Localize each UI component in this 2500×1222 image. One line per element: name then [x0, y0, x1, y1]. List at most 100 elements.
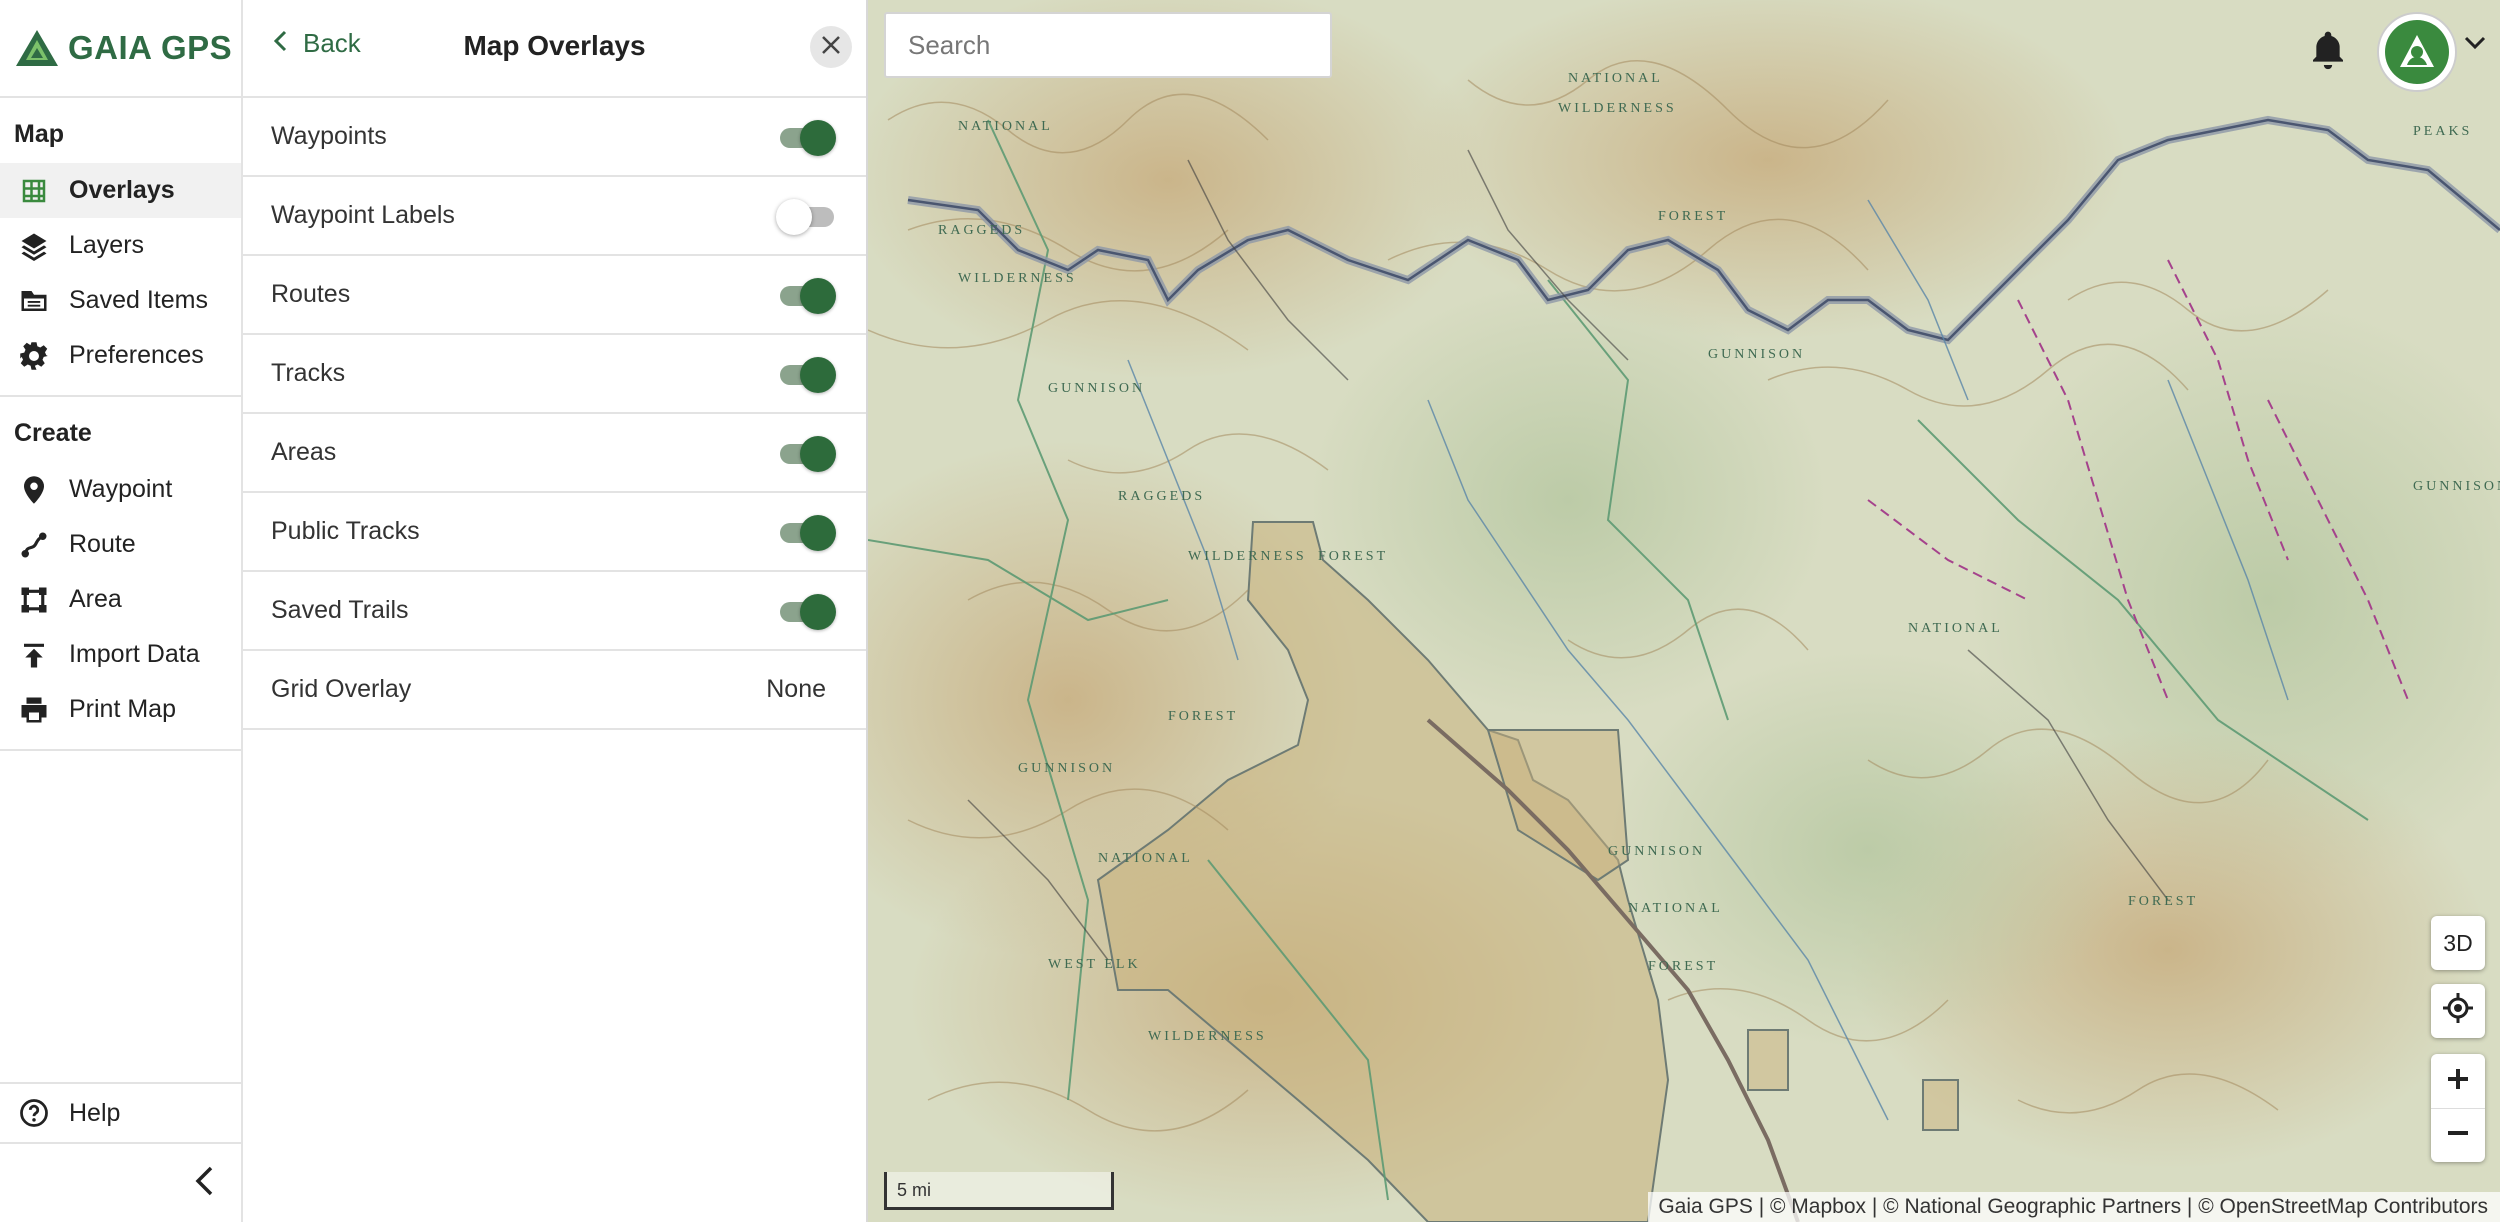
nav-item-label: Layers — [69, 231, 145, 259]
map-label: GUNNISON — [1708, 347, 1805, 362]
gaia-logo-icon — [14, 25, 60, 71]
map-label: NATIONAL — [1098, 851, 1193, 866]
nav-map-heading: Map — [14, 120, 64, 148]
map-label: FOREST — [1318, 549, 1388, 564]
public-tracks-toggle[interactable] — [776, 513, 838, 551]
map-label: GUNNISON — [1608, 844, 1705, 859]
panel-header: Back Map Overlays — [243, 0, 866, 98]
folder-icon — [16, 283, 52, 319]
map-scale-bar: 5 mi — [884, 1172, 1114, 1210]
nav-item-label: Print Map — [69, 695, 176, 723]
map-label: GUNNISON — [2413, 479, 2500, 494]
nav-item-print-map[interactable]: Print Map — [0, 682, 241, 737]
waypoints-toggle[interactable] — [776, 118, 838, 156]
areas-toggle[interactable] — [776, 434, 838, 472]
help-icon — [16, 1095, 52, 1131]
topo-map-canvas[interactable]: NATIONAL WILDERNESS NATIONAL FOREST GUNN… — [868, 0, 2500, 1222]
map-label: WILDERNESS — [1148, 1029, 1267, 1044]
chevron-down-icon[interactable] — [2464, 36, 2486, 55]
nav-item-saved-items[interactable]: Saved Items — [0, 273, 241, 328]
notifications-button[interactable] — [2308, 28, 2348, 72]
nav-item-route[interactable]: Route — [0, 517, 241, 572]
area-icon — [16, 582, 52, 618]
overlay-label: Saved Trails — [271, 596, 409, 624]
overlay-row-public-tracks: Public Tracks — [243, 493, 866, 572]
pin-icon — [16, 472, 52, 508]
map-label: RAGGEDS — [1118, 489, 1205, 504]
nav-item-help[interactable]: Help — [0, 1084, 241, 1142]
map-label: GUNNISON — [1018, 761, 1115, 776]
map-label: NATIONAL — [1568, 71, 1663, 86]
map-view[interactable]: NATIONAL WILDERNESS NATIONAL FOREST GUNN… — [868, 0, 2500, 1222]
crosshair-icon — [2442, 992, 2474, 1030]
nav-item-import-data[interactable]: Import Data — [0, 627, 241, 682]
map-label: NATIONAL — [1908, 621, 2003, 636]
close-icon — [820, 34, 842, 61]
map-label: NATIONAL — [1628, 901, 1723, 916]
gear-icon — [16, 338, 52, 374]
nav-item-layers[interactable]: Layers — [0, 218, 241, 273]
nav-item-overlays[interactable]: Overlays — [0, 163, 241, 218]
zoom-controls — [2431, 1054, 2485, 1162]
map-label: FOREST — [1168, 709, 1238, 724]
map-label: WEST ELK — [1048, 957, 1141, 972]
account-avatar[interactable] — [2377, 12, 2457, 92]
nav-create-heading: Create — [14, 419, 92, 447]
chevron-left-icon — [273, 28, 303, 59]
locate-me-button[interactable] — [2431, 984, 2485, 1038]
nav-item-label: Overlays — [69, 176, 175, 204]
map-label: WILDERNESS — [1558, 101, 1677, 116]
nav-item-label: Preferences — [69, 341, 204, 369]
3d-toggle-button[interactable]: 3D — [2431, 916, 2485, 970]
map-label: WILDERNESS — [1188, 549, 1307, 564]
overlay-label: Waypoint Labels — [271, 201, 455, 229]
overlay-row-grid-overlay[interactable]: Grid Overlay None — [243, 651, 866, 730]
overlay-row-waypoints: Waypoints — [243, 98, 866, 177]
zoom-in-button[interactable] — [2431, 1054, 2485, 1108]
brand-logo[interactable]: GAIA GPS — [0, 0, 241, 98]
tracks-toggle[interactable] — [776, 355, 838, 393]
grid-overlay-value[interactable]: None — [766, 675, 838, 704]
overlay-row-waypoint-labels: Waypoint Labels — [243, 177, 866, 256]
map-label: GUNNISON — [1048, 381, 1145, 396]
overlay-label: Grid Overlay — [271, 675, 412, 703]
waypoint-labels-toggle[interactable] — [776, 197, 838, 235]
back-button[interactable]: Back — [273, 28, 361, 59]
nav-item-label: Route — [69, 530, 136, 558]
nav-footer: Help — [0, 1082, 241, 1222]
nav-item-label: Help — [69, 1098, 121, 1127]
nav-create-section: Create Waypoint Route Area Import Data P… — [0, 397, 241, 751]
overlay-row-tracks: Tracks — [243, 335, 866, 414]
map-label: WILDERNESS — [958, 271, 1077, 286]
layers-icon — [16, 228, 52, 264]
close-panel-button[interactable] — [810, 26, 852, 68]
overlay-label: Waypoints — [271, 122, 387, 150]
overlay-label: Areas — [271, 438, 337, 466]
back-label: Back — [303, 28, 361, 58]
search-input[interactable] — [884, 12, 1332, 78]
collapse-sidebar-button[interactable] — [0, 1142, 241, 1222]
chevron-left-icon — [193, 1165, 215, 1202]
route-icon — [16, 527, 52, 563]
plus-icon — [2446, 1067, 2470, 1096]
upload-icon — [16, 637, 52, 673]
main-navigation: GAIA GPS Map Overlays Layers Saved Items… — [0, 0, 243, 1222]
nav-map-section: Map Overlays Layers Saved Items Preferen… — [0, 98, 241, 397]
map-label: FOREST — [1648, 959, 1718, 974]
routes-toggle[interactable] — [776, 276, 838, 314]
overlay-label: Tracks — [271, 359, 346, 387]
overlay-row-routes: Routes — [243, 256, 866, 335]
bell-icon — [2308, 31, 2348, 76]
zoom-out-button[interactable] — [2431, 1108, 2485, 1162]
printer-icon — [16, 692, 52, 728]
nav-item-waypoint[interactable]: Waypoint — [0, 462, 241, 517]
nav-item-area[interactable]: Area — [0, 572, 241, 627]
overlay-row-areas: Areas — [243, 414, 866, 493]
saved-trails-toggle[interactable] — [776, 592, 838, 630]
nav-item-preferences[interactable]: Preferences — [0, 328, 241, 383]
nav-item-label: Waypoint — [69, 475, 173, 503]
overlay-row-saved-trails: Saved Trails — [243, 572, 866, 651]
brand-name: GAIA GPS — [68, 29, 233, 66]
map-label: FOREST — [2128, 894, 2198, 909]
map-overlays-panel: Back Map Overlays Waypoints Waypoint Lab… — [243, 0, 868, 1222]
